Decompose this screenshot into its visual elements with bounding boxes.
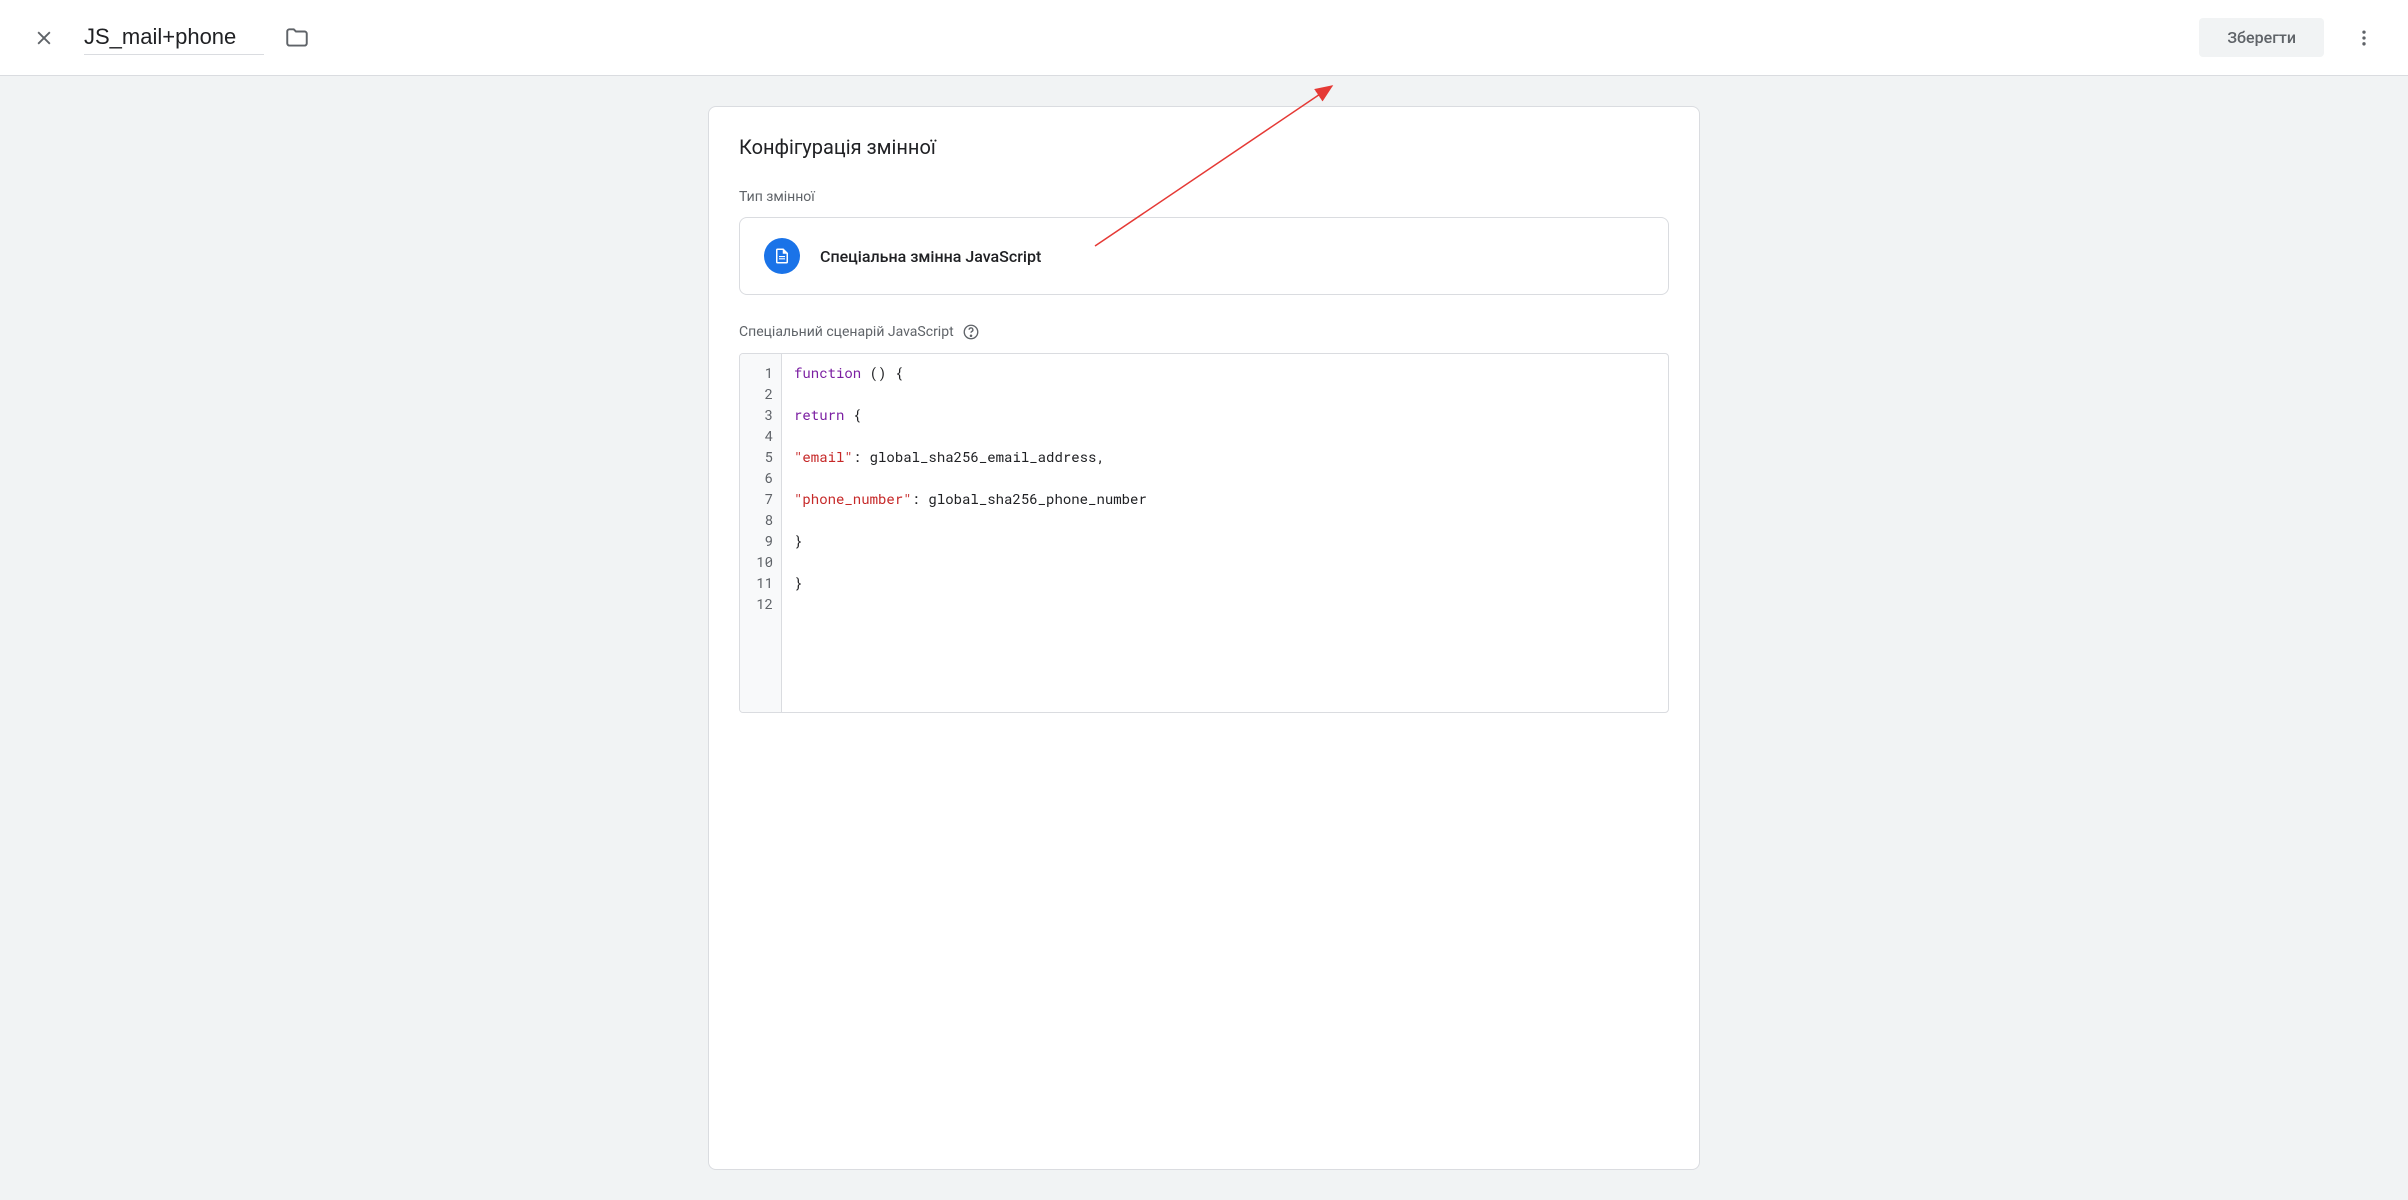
code-line: "phone_number": global_sha256_phone_numb…	[794, 488, 1656, 509]
code-line	[794, 383, 1656, 404]
line-number: 7	[752, 488, 773, 509]
code-line: return {	[794, 404, 1656, 425]
code-line	[794, 467, 1656, 488]
code-line: }	[794, 572, 1656, 593]
line-number: 8	[752, 509, 773, 530]
code-gutter: 123456789101112	[740, 354, 782, 712]
line-number: 1	[752, 362, 773, 383]
line-number: 4	[752, 425, 773, 446]
close-icon	[34, 28, 54, 48]
folder-icon	[284, 25, 310, 51]
code-line	[794, 509, 1656, 530]
code-line: function () {	[794, 362, 1656, 383]
variable-name-input[interactable]	[84, 20, 264, 55]
help-button[interactable]	[962, 323, 980, 341]
content-area: Конфігурація змінної Тип змінної Спеціал…	[0, 76, 2408, 1200]
script-label: Спеціальний сценарій JavaScript	[739, 323, 1669, 341]
code-line	[794, 551, 1656, 572]
save-button[interactable]: Зберегти	[2199, 18, 2324, 57]
line-number: 9	[752, 530, 773, 551]
variable-type-icon	[764, 238, 800, 274]
variable-type-selector[interactable]: Спеціальна змінна JavaScript	[739, 217, 1669, 295]
script-label-text: Спеціальний сценарій JavaScript	[739, 324, 954, 340]
close-button[interactable]	[24, 18, 64, 58]
header-bar: Зберегти	[0, 0, 2408, 76]
code-editor[interactable]: 123456789101112 function () {return {"em…	[739, 353, 1669, 713]
code-line	[794, 425, 1656, 446]
line-number: 12	[752, 593, 773, 614]
line-number: 6	[752, 467, 773, 488]
help-icon	[962, 323, 980, 341]
line-number: 10	[752, 551, 773, 572]
folder-button[interactable]	[284, 25, 310, 51]
line-number: 11	[752, 572, 773, 593]
code-line	[794, 593, 1656, 614]
line-number: 3	[752, 404, 773, 425]
config-card: Конфігурація змінної Тип змінної Спеціал…	[708, 106, 1700, 1170]
variable-type-name: Спеціальна змінна JavaScript	[820, 247, 1041, 266]
code-content[interactable]: function () { return { "email": global_sha…	[782, 354, 1668, 712]
document-icon	[773, 247, 791, 265]
more-options-button[interactable]	[2344, 18, 2384, 58]
card-title: Конфігурація змінної	[739, 135, 1669, 159]
line-number: 5	[752, 446, 773, 467]
variable-type-label: Тип змінної	[739, 189, 1669, 205]
code-line: }	[794, 530, 1656, 551]
code-line: "email": global_sha256_email_address,	[794, 446, 1656, 467]
line-number: 2	[752, 383, 773, 404]
more-vert-icon	[2354, 28, 2374, 48]
